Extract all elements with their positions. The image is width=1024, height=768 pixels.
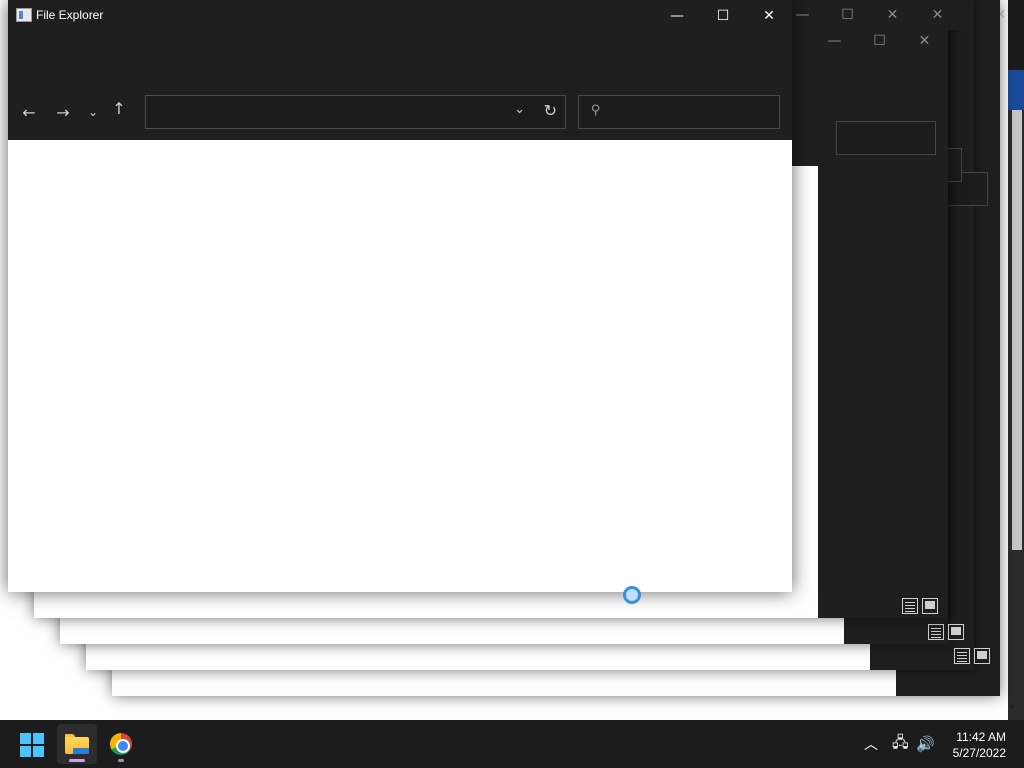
- show-hidden-icons-chevron-icon[interactable]: ︿: [864, 720, 878, 768]
- running-indicator: [118, 759, 124, 762]
- taskbar-chrome[interactable]: [101, 724, 141, 764]
- minimize-icon[interactable]: —: [812, 26, 857, 56]
- windows-start-icon[interactable]: [20, 733, 44, 757]
- recent-locations-chevron-icon[interactable]: ⌄: [82, 94, 104, 130]
- details-view-icon[interactable]: [928, 624, 944, 640]
- chrome-icon: [110, 733, 132, 755]
- back-arrow-icon[interactable]: ←: [16, 94, 42, 130]
- minimize-button[interactable]: —: [654, 0, 700, 32]
- window-title: File Explorer: [36, 8, 104, 22]
- view-buttons: [954, 648, 990, 664]
- clock-date: 5/27/2022: [952, 746, 1006, 760]
- preview-view-icon[interactable]: [948, 624, 964, 640]
- details-view-icon[interactable]: [954, 648, 970, 664]
- search-icon: ⚲: [591, 103, 601, 118]
- background-scrollbar[interactable]: [1012, 110, 1022, 550]
- ghost-search-field: [836, 121, 936, 155]
- scroll-down-icon[interactable]: ▾: [1010, 702, 1015, 713]
- ghost-caption-buttons: — ☐ ✕: [812, 26, 947, 56]
- ghost-window-1-caption: — ☐ ✕ ✕: [780, 0, 966, 30]
- close-button[interactable]: ✕: [746, 0, 792, 32]
- details-view-icon[interactable]: [902, 598, 918, 614]
- ghost-caption-buttons: — ☐ ✕ ✕: [780, 0, 960, 30]
- desktop: ▾ ⋮ ✕ ✕ — ✕ ✕: [0, 0, 1024, 720]
- view-buttons: [902, 598, 938, 614]
- address-bar[interactable]: ⌄ ↻: [145, 95, 566, 129]
- refresh-icon[interactable]: ↻: [544, 101, 557, 120]
- view-buttons: [928, 624, 964, 640]
- chevron-down-icon[interactable]: ⌄: [514, 102, 525, 117]
- busy-cursor-icon: [623, 586, 641, 604]
- active-indicator: [69, 759, 85, 762]
- close-icon[interactable]: ✕: [870, 0, 915, 30]
- title-bar[interactable]: File Explorer — ☐ ✕: [8, 0, 792, 32]
- close-icon[interactable]: ✕: [902, 26, 947, 56]
- volume-icon[interactable]: 🔊: [916, 720, 935, 768]
- search-input[interactable]: [609, 100, 769, 124]
- search-box[interactable]: ⚲: [578, 95, 780, 129]
- maximize-icon[interactable]: ☐: [857, 26, 902, 56]
- preview-view-icon[interactable]: [922, 598, 938, 614]
- caption-buttons: — ☐ ✕: [654, 0, 792, 32]
- navigation-bar: ← → ⌄ ↑ ⌄ ↻ ⚲: [8, 94, 792, 130]
- file-explorer-app-icon: [16, 8, 32, 22]
- taskbar: ︿ 🖧 🔊 11:42 AM 5/27/2022: [0, 720, 1024, 768]
- close-icon[interactable]: ✕: [915, 0, 960, 30]
- folder-icon: [65, 734, 89, 754]
- network-icon[interactable]: 🖧: [892, 720, 909, 768]
- forward-arrow-icon[interactable]: →: [50, 94, 76, 130]
- preview-view-icon[interactable]: [974, 648, 990, 664]
- clock[interactable]: 11:42 AM 5/27/2022: [953, 729, 1006, 761]
- taskbar-file-explorer[interactable]: [57, 724, 97, 764]
- up-arrow-icon[interactable]: ↑: [106, 90, 132, 126]
- content-pane[interactable]: [8, 140, 792, 592]
- maximize-button[interactable]: ☐: [700, 0, 746, 32]
- file-explorer-window: File Explorer — ☐ ✕ ← → ⌄ ↑ ⌄ ↻ ⚲: [8, 0, 792, 592]
- background-app-accent: [1008, 70, 1024, 110]
- clock-time: 11:42 AM: [956, 730, 1006, 744]
- maximize-icon[interactable]: ☐: [825, 0, 870, 30]
